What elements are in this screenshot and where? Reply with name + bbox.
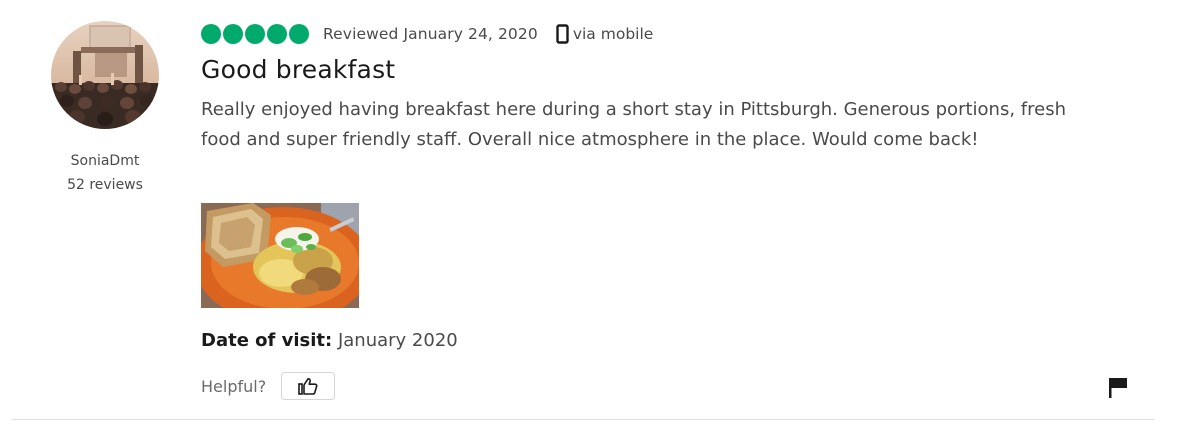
rating-bubble-icon	[267, 24, 287, 44]
via-mobile-text: via mobile	[572, 25, 654, 43]
review-photo[interactable]	[201, 203, 359, 308]
rating-bubble-icon	[245, 24, 265, 44]
rating-bubble-icon	[201, 24, 221, 44]
rating-bubble-icon	[289, 24, 309, 44]
avatar-image	[51, 21, 159, 129]
date-of-visit: Date of visit: January 2020	[201, 330, 458, 351]
rating-bubble-icon	[223, 24, 243, 44]
breakfast-photo-image	[201, 203, 359, 308]
reviewer-name[interactable]: SoniaDmt	[20, 153, 190, 169]
review-card: SoniaDmt 52 reviews Reviewed January 24,…	[0, 0, 1178, 428]
flag-icon[interactable]	[1107, 376, 1129, 400]
review-date: Reviewed January 24, 2020	[323, 25, 538, 43]
helpful-button[interactable]	[281, 372, 335, 400]
rating-bubbles	[201, 24, 309, 44]
review-meta-row: Reviewed January 24, 2020 via mobile	[201, 22, 653, 46]
divider	[12, 419, 1154, 420]
date-of-visit-label: Date of visit:	[201, 330, 333, 351]
helpful-label: Helpful?	[201, 377, 267, 396]
review-body: Really enjoyed having breakfast here dur…	[201, 99, 1066, 150]
review-title[interactable]: Good breakfast	[201, 55, 395, 84]
thumbs-up-icon	[298, 377, 318, 395]
avatar[interactable]	[51, 21, 159, 129]
date-of-visit-value: January 2020	[337, 330, 458, 351]
reviewer-review-count: 52 reviews	[67, 177, 143, 193]
mobile-phone-icon	[556, 24, 569, 44]
